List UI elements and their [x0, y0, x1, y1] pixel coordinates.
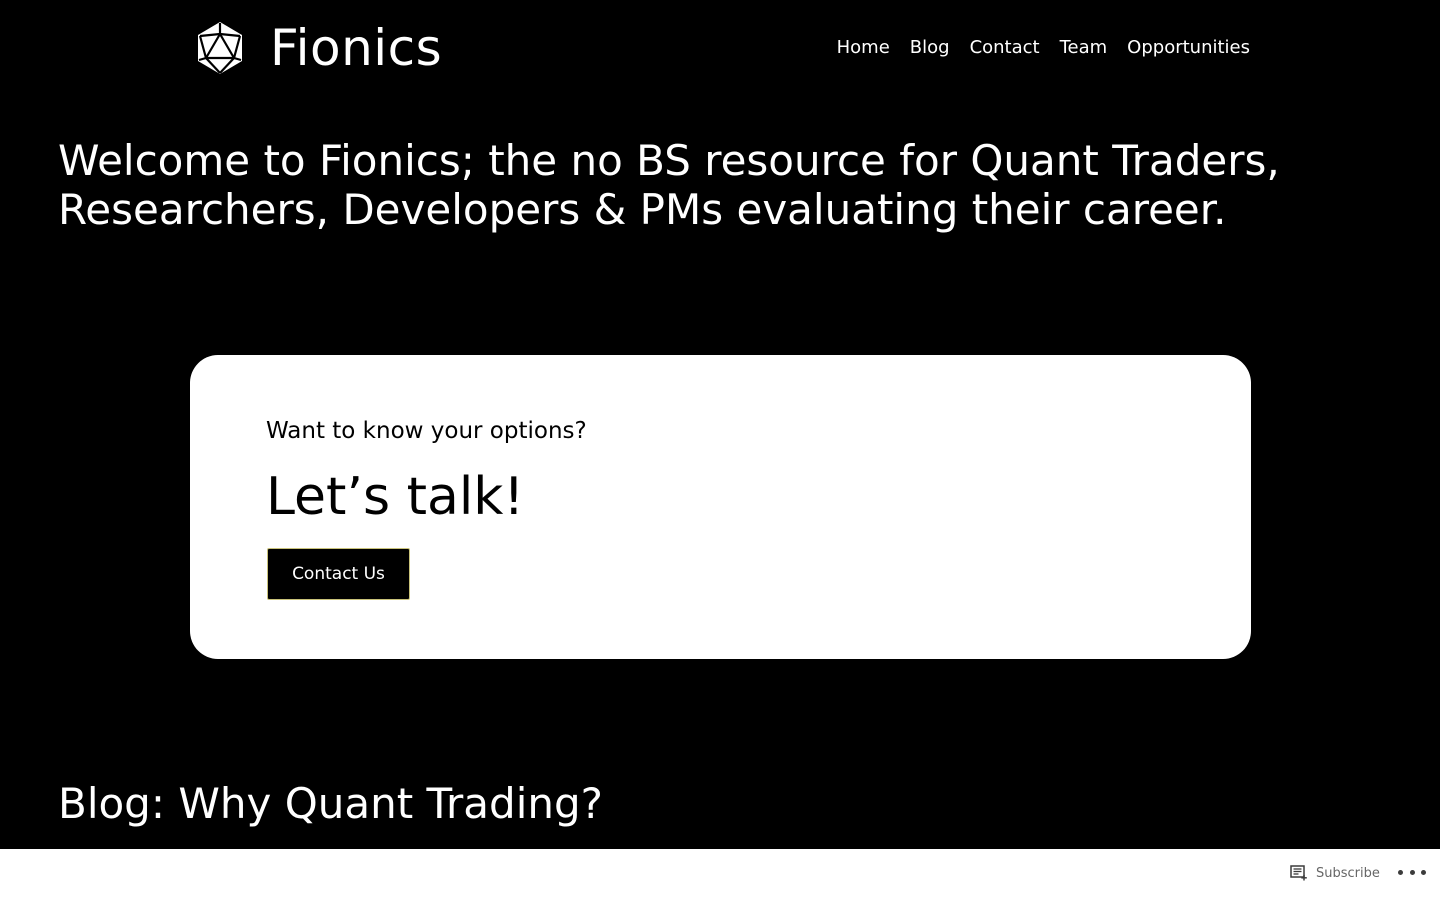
- ellipsis-icon: [1409, 869, 1415, 875]
- contact-us-button[interactable]: Contact Us: [267, 548, 410, 600]
- site-header: Fionics Home Blog Contact Team Opportuni…: [0, 0, 1440, 100]
- nav-item-contact[interactable]: Contact: [970, 36, 1040, 60]
- subscribe-button[interactable]: Subscribe: [1290, 861, 1380, 885]
- nav-item-opportunities[interactable]: Opportunities: [1127, 36, 1250, 60]
- more-options-button[interactable]: [1398, 863, 1426, 881]
- hero-heading: Welcome to Fionics; the no BS resource f…: [58, 136, 1280, 234]
- cta-kicker: Want to know your options?: [266, 418, 587, 444]
- subscribe-label[interactable]: Subscribe: [1316, 866, 1380, 881]
- nav-item-home[interactable]: Home: [837, 36, 890, 60]
- reader-icon: [1290, 865, 1307, 881]
- cta-card: Want to know your options? Let’s talk! C…: [190, 355, 1251, 659]
- cta-title: Let’s talk!: [266, 467, 525, 527]
- ellipsis-icon: [1421, 869, 1426, 875]
- site-brand-link[interactable]: Fionics: [194, 18, 442, 78]
- nav-item-blog[interactable]: Blog: [910, 36, 950, 60]
- ellipsis-icon: [1398, 869, 1403, 875]
- blog-heading: Blog: Why Quant Trading?: [58, 779, 603, 828]
- page: Fionics Home Blog Contact Team Opportuni…: [0, 0, 1440, 900]
- icosahedron-logo-icon: [198, 22, 242, 74]
- subscribe-bar: Subscribe: [0, 849, 1440, 900]
- site-title[interactable]: Fionics: [270, 18, 442, 78]
- nav-item-team[interactable]: Team: [1060, 36, 1108, 60]
- main-nav: Home Blog Contact Team Opportunities: [837, 36, 1250, 60]
